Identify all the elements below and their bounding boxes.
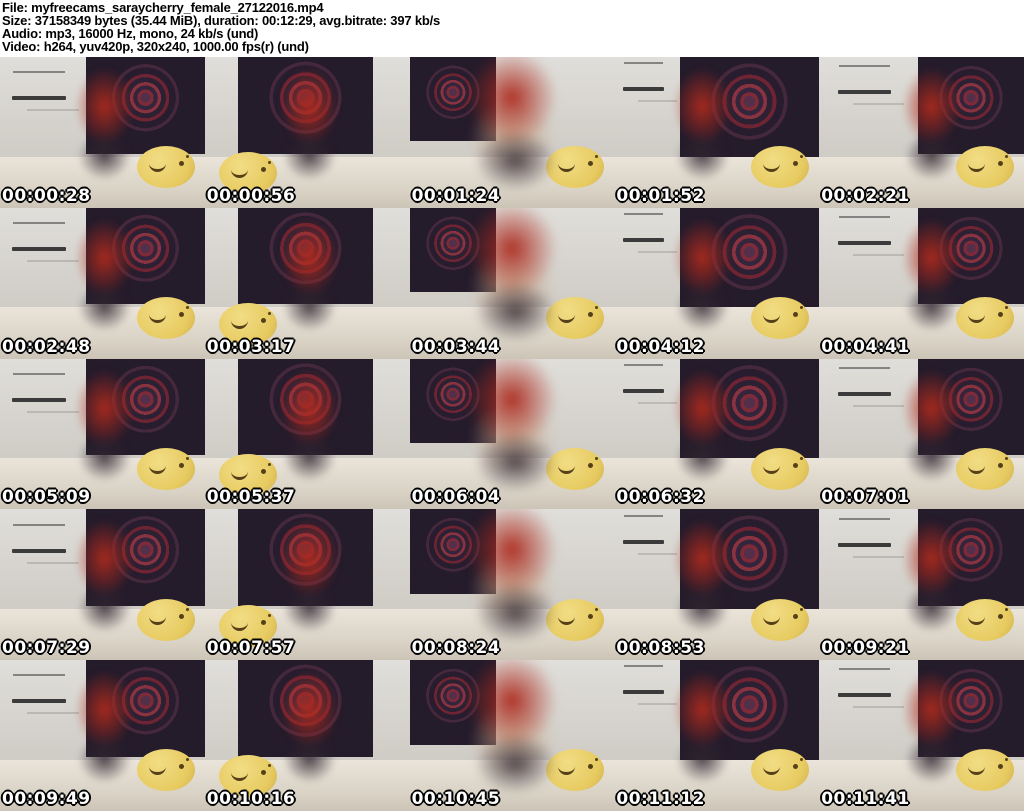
timestamp-overlay: 00:06:04 — [411, 487, 501, 508]
video-thumbnail[interactable]: 00:07:01 — [819, 358, 1024, 510]
video-thumbnail[interactable]: 00:02:21 — [819, 57, 1024, 208]
video-thumbnail[interactable]: 00:07:57 — [204, 509, 410, 661]
video-thumbnail[interactable]: 00:08:24 — [409, 509, 615, 661]
timestamp-overlay: 00:09:21 — [821, 638, 910, 659]
timestamp-overlay: 00:06:32 — [616, 487, 705, 508]
timestamp-overlay: 00:10:45 — [411, 788, 501, 809]
thumbnail-grid: 00:00:28 00:00:56 00:01:24 00:01:52 00:0… — [0, 57, 1024, 811]
timestamp-overlay: 00:04:12 — [616, 336, 705, 357]
video-thumbnail[interactable]: 00:07:29 — [0, 509, 205, 661]
video-thumbnail[interactable]: 00:11:12 — [614, 660, 820, 811]
timestamp-overlay: 00:02:48 — [2, 336, 91, 357]
timestamp-overlay: 00:05:37 — [206, 487, 296, 508]
video-thumbnail[interactable]: 00:02:48 — [0, 207, 205, 359]
video-thumbnail[interactable]: 00:09:49 — [0, 660, 205, 811]
video-thumbnail[interactable]: 00:00:56 — [204, 57, 410, 208]
timestamp-overlay: 00:08:53 — [616, 638, 705, 659]
video-thumbnail[interactable]: 00:10:45 — [409, 660, 615, 811]
timestamp-overlay: 00:01:24 — [411, 185, 501, 206]
timestamp-overlay: 00:05:09 — [2, 487, 91, 508]
video-thumbnail[interactable]: 00:10:16 — [204, 660, 410, 811]
timestamp-overlay: 00:00:28 — [2, 185, 91, 206]
timestamp-overlay: 00:07:57 — [206, 638, 296, 659]
timestamp-overlay: 00:08:24 — [411, 638, 501, 659]
video-thumbnail[interactable]: 00:11:41 — [819, 660, 1024, 811]
video-thumbnail[interactable]: 00:04:12 — [614, 207, 820, 359]
video-thumbnail[interactable]: 00:00:28 — [0, 57, 205, 208]
file-info-header: File: myfreecams_saraycherry_female_2712… — [0, 0, 1024, 57]
video-thumbnail[interactable]: 00:05:09 — [0, 358, 205, 510]
timestamp-overlay: 00:03:44 — [411, 336, 501, 357]
timestamp-overlay: 00:04:41 — [821, 336, 910, 357]
timestamp-overlay: 00:11:12 — [616, 788, 705, 809]
timestamp-overlay: 00:00:56 — [206, 185, 296, 206]
video-thumbnail[interactable]: 00:03:44 — [409, 207, 615, 359]
timestamp-overlay: 00:01:52 — [616, 185, 705, 206]
timestamp-overlay: 00:02:21 — [821, 185, 910, 206]
video-thumbnail[interactable]: 00:01:24 — [409, 57, 615, 208]
timestamp-overlay: 00:10:16 — [206, 788, 296, 809]
video-info-line: Video: h264, yuv420p, 320x240, 1000.00 f… — [2, 39, 309, 54]
timestamp-overlay: 00:07:01 — [821, 487, 910, 508]
video-thumbnail[interactable]: 00:08:53 — [614, 509, 820, 661]
video-thumbnail[interactable]: 00:01:52 — [614, 57, 820, 208]
timestamp-overlay: 00:09:49 — [2, 788, 91, 809]
video-thumbnail[interactable]: 00:03:17 — [204, 207, 410, 359]
video-thumbnail[interactable]: 00:06:32 — [614, 358, 820, 510]
video-thumbnail[interactable]: 00:06:04 — [409, 358, 615, 510]
timestamp-overlay: 00:07:29 — [2, 638, 91, 659]
video-thumbnail[interactable]: 00:04:41 — [819, 207, 1024, 359]
video-thumbnail[interactable]: 00:05:37 — [204, 358, 410, 510]
video-thumbnail[interactable]: 00:09:21 — [819, 509, 1024, 661]
timestamp-overlay: 00:03:17 — [206, 336, 296, 357]
timestamp-overlay: 00:11:41 — [821, 788, 910, 809]
